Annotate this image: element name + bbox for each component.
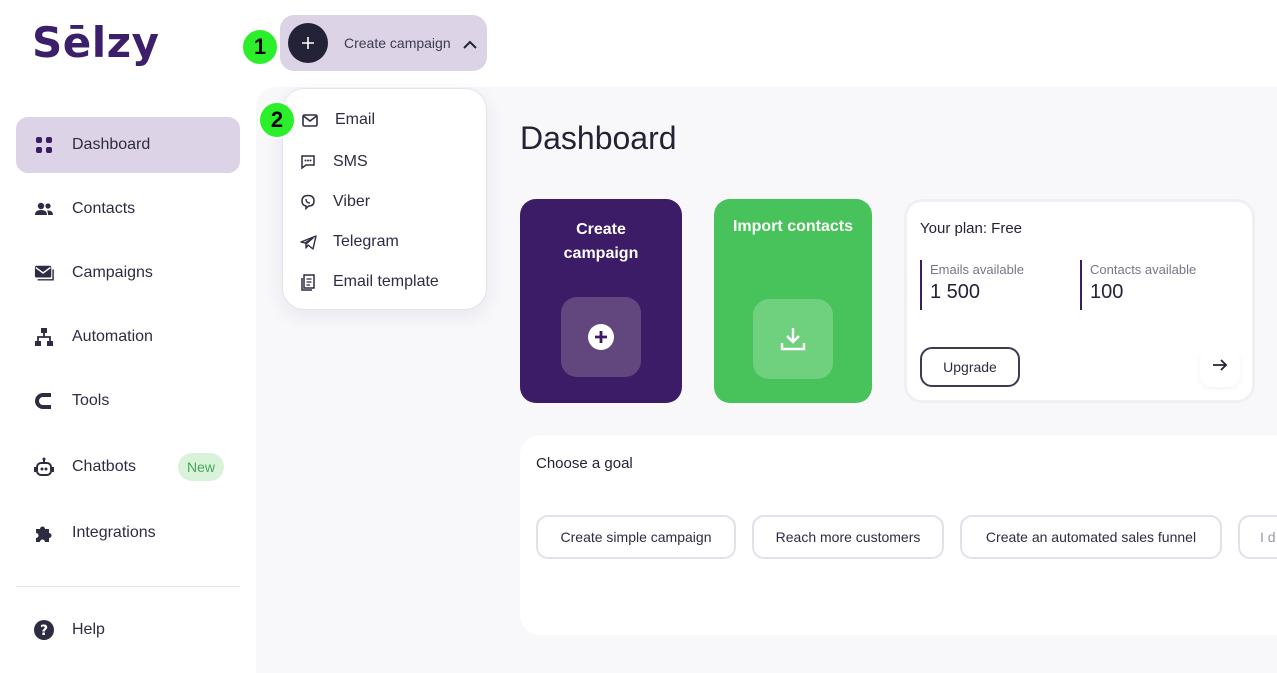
plan-title: Your plan: Free (920, 220, 1023, 237)
sidebar-item-automation[interactable]: Automation (16, 309, 240, 365)
people-icon (34, 199, 54, 219)
upgrade-button[interactable]: Upgrade (920, 347, 1020, 387)
stat-label: Contacts available (1090, 262, 1197, 277)
dropdown-item-sms[interactable]: SMS (299, 150, 368, 174)
step-marker-2: 2 (258, 101, 296, 139)
card-title: Create campaign (520, 218, 682, 266)
sidebar-item-integrations[interactable]: Integrations (16, 505, 240, 561)
add-circle-icon (561, 297, 641, 377)
stat-label: Emails available (930, 262, 1024, 277)
step-number: 1 (253, 34, 267, 59)
mail-icon (34, 263, 54, 283)
sidebar-item-campaigns[interactable]: Campaigns (16, 245, 240, 301)
goal-more-button[interactable]: I d (1238, 515, 1277, 559)
sidebar-item-label: Tools (72, 392, 110, 409)
sidebar-item-label: Contacts (72, 200, 136, 217)
card-title: Import contacts (732, 218, 853, 235)
dropdown-item-label: Viber (333, 193, 371, 210)
paper-plane-icon (299, 233, 317, 251)
create-campaign-label: Create campaign (344, 35, 451, 51)
arrow-right-icon (1212, 358, 1228, 376)
grid-icon (34, 135, 54, 155)
create-campaign-card[interactable]: Create campaign (520, 199, 682, 403)
page-title: Dashboard (520, 120, 677, 156)
viber-icon (299, 193, 317, 211)
download-icon (753, 299, 833, 379)
sidebar-item-label: Campaigns (72, 264, 153, 281)
plus-icon (288, 23, 328, 63)
plan-card: Your plan: Free Emails available 1 500 C… (904, 199, 1255, 403)
magnet-icon (34, 391, 54, 411)
sidebar-item-help[interactable]: ? Help (16, 602, 240, 658)
card-title-line2: campaign (563, 245, 639, 262)
stat-value: 100 (1090, 281, 1124, 303)
goal-reach-customers-button[interactable]: Reach more customers (752, 515, 944, 559)
chat-bubble-icon (299, 153, 317, 171)
sidebar: Sēlzy Dashboard Contacts Campaigns Autom… (0, 0, 256, 673)
arrow-right-button[interactable] (1200, 347, 1240, 387)
envelope-icon (301, 111, 319, 129)
sidebar-item-contacts[interactable]: Contacts (16, 181, 240, 237)
sidebar-item-chatbots[interactable]: Chatbots New (16, 439, 240, 495)
import-contacts-card[interactable]: Import contacts (714, 199, 872, 403)
goal-simple-campaign-button[interactable]: Create simple campaign (536, 515, 736, 559)
dropdown-item-email[interactable]: Email (301, 108, 375, 132)
choose-goal-panel: Choose a goal Create simple campaign Rea… (520, 435, 1277, 635)
robot-icon (34, 457, 54, 477)
selzy-logo[interactable]: Sēlzy (32, 18, 159, 67)
goal-sales-funnel-button[interactable]: Create an automated sales funnel (960, 515, 1222, 559)
dropdown-item-label: Telegram (333, 233, 399, 250)
sidebar-item-tools[interactable]: Tools (16, 373, 240, 429)
card-title-line1: Create (576, 221, 626, 238)
step-marker-1: 1 (241, 28, 279, 66)
create-campaign-dropdown: Email SMS Viber Telegram Email template (282, 88, 487, 310)
dropdown-item-label: Email template (333, 273, 439, 290)
contacts-available-stat: Contacts available 100 (1080, 260, 1196, 310)
puzzle-icon (34, 523, 54, 543)
dropdown-item-viber[interactable]: Viber (299, 190, 370, 214)
dropdown-item-email-template[interactable]: Email template (299, 270, 439, 294)
hierarchy-icon (34, 327, 54, 347)
sidebar-divider (16, 586, 240, 587)
logo-text: Sēlzy (32, 18, 160, 67)
dropdown-item-label: SMS (333, 153, 368, 170)
sidebar-item-label: Help (72, 621, 105, 638)
sidebar-item-label: Integrations (72, 524, 156, 541)
sidebar-item-label: Chatbots (72, 458, 137, 475)
dropdown-item-label: Email (335, 111, 376, 128)
sidebar-item-label: Dashboard (72, 136, 151, 153)
sidebar-item-label: Automation (72, 328, 153, 345)
step-number: 2 (270, 107, 284, 132)
stat-value: 1 500 (930, 281, 981, 303)
svg-text:?: ? (40, 623, 48, 639)
new-badge: New (178, 453, 224, 481)
help-icon: ? (34, 620, 54, 640)
dropdown-item-telegram[interactable]: Telegram (299, 230, 399, 254)
chevron-up-icon (463, 37, 477, 55)
sidebar-item-dashboard[interactable]: Dashboard (16, 117, 240, 173)
create-campaign-button[interactable]: Create campaign (280, 15, 487, 71)
goal-title: Choose a goal (536, 455, 633, 472)
emails-available-stat: Emails available 1 500 (920, 260, 1024, 310)
document-icon (299, 273, 317, 291)
